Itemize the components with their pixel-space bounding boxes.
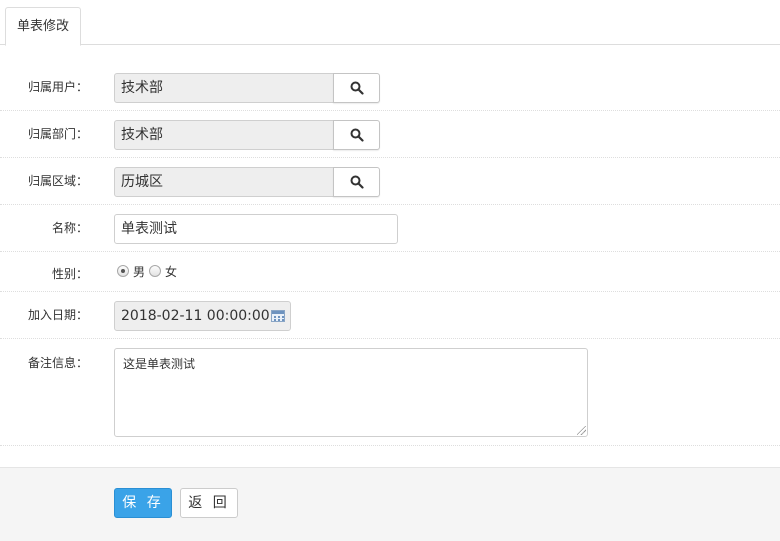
- office-input[interactable]: 技术部: [114, 120, 334, 150]
- user-search-button[interactable]: [333, 73, 380, 103]
- sex-label-female: 女: [165, 265, 178, 279]
- form-row-area: 归属区域： 历城区: [0, 158, 780, 205]
- form-actions: 保 存 返 回: [0, 467, 780, 541]
- search-icon: [350, 81, 364, 95]
- calendar-icon[interactable]: [271, 310, 285, 322]
- form-row-date: 加入日期： 2018-02-11 00:00:00: [0, 292, 780, 339]
- form-row-sex: 性别： 男 女: [0, 252, 780, 292]
- tab-edit[interactable]: 单表修改: [5, 7, 81, 46]
- search-icon: [350, 128, 364, 142]
- save-button[interactable]: 保 存: [114, 488, 172, 518]
- remarks-textarea[interactable]: 这是单表测试: [114, 348, 588, 437]
- area-label: 归属区域：: [27, 174, 88, 188]
- user-label: 归属用户：: [27, 80, 88, 94]
- sex-label: 性别：: [51, 267, 88, 281]
- date-value: 2018-02-11 00:00:00: [121, 308, 270, 324]
- tab-bar: 单表修改: [0, 0, 780, 46]
- remarks-label: 备注信息：: [27, 356, 88, 370]
- form-row-office: 归属部门： 技术部: [0, 111, 780, 158]
- sex-label-male: 男: [133, 265, 146, 279]
- area-search-button[interactable]: [333, 167, 380, 197]
- search-icon: [350, 175, 364, 189]
- form-row-user: 归属用户： 技术部: [0, 64, 780, 111]
- date-input[interactable]: 2018-02-11 00:00:00: [114, 301, 291, 331]
- office-label: 归属部门：: [27, 127, 88, 141]
- sex-radio-female[interactable]: [149, 265, 161, 277]
- sex-radio-male[interactable]: [117, 265, 129, 277]
- date-label: 加入日期：: [27, 308, 88, 322]
- resize-grip-icon[interactable]: [577, 426, 586, 435]
- area-input[interactable]: 历城区: [114, 167, 334, 197]
- remarks-value: 这是单表测试: [123, 357, 196, 371]
- form-row-remarks: 备注信息： 这是单表测试: [0, 339, 780, 446]
- user-input[interactable]: 技术部: [114, 73, 334, 103]
- back-button[interactable]: 返 回: [180, 488, 238, 518]
- form-row-name: 名称： 单表测试: [0, 205, 780, 252]
- name-label: 名称：: [51, 221, 88, 235]
- office-search-button[interactable]: [333, 120, 380, 150]
- name-input[interactable]: 单表测试: [114, 214, 398, 244]
